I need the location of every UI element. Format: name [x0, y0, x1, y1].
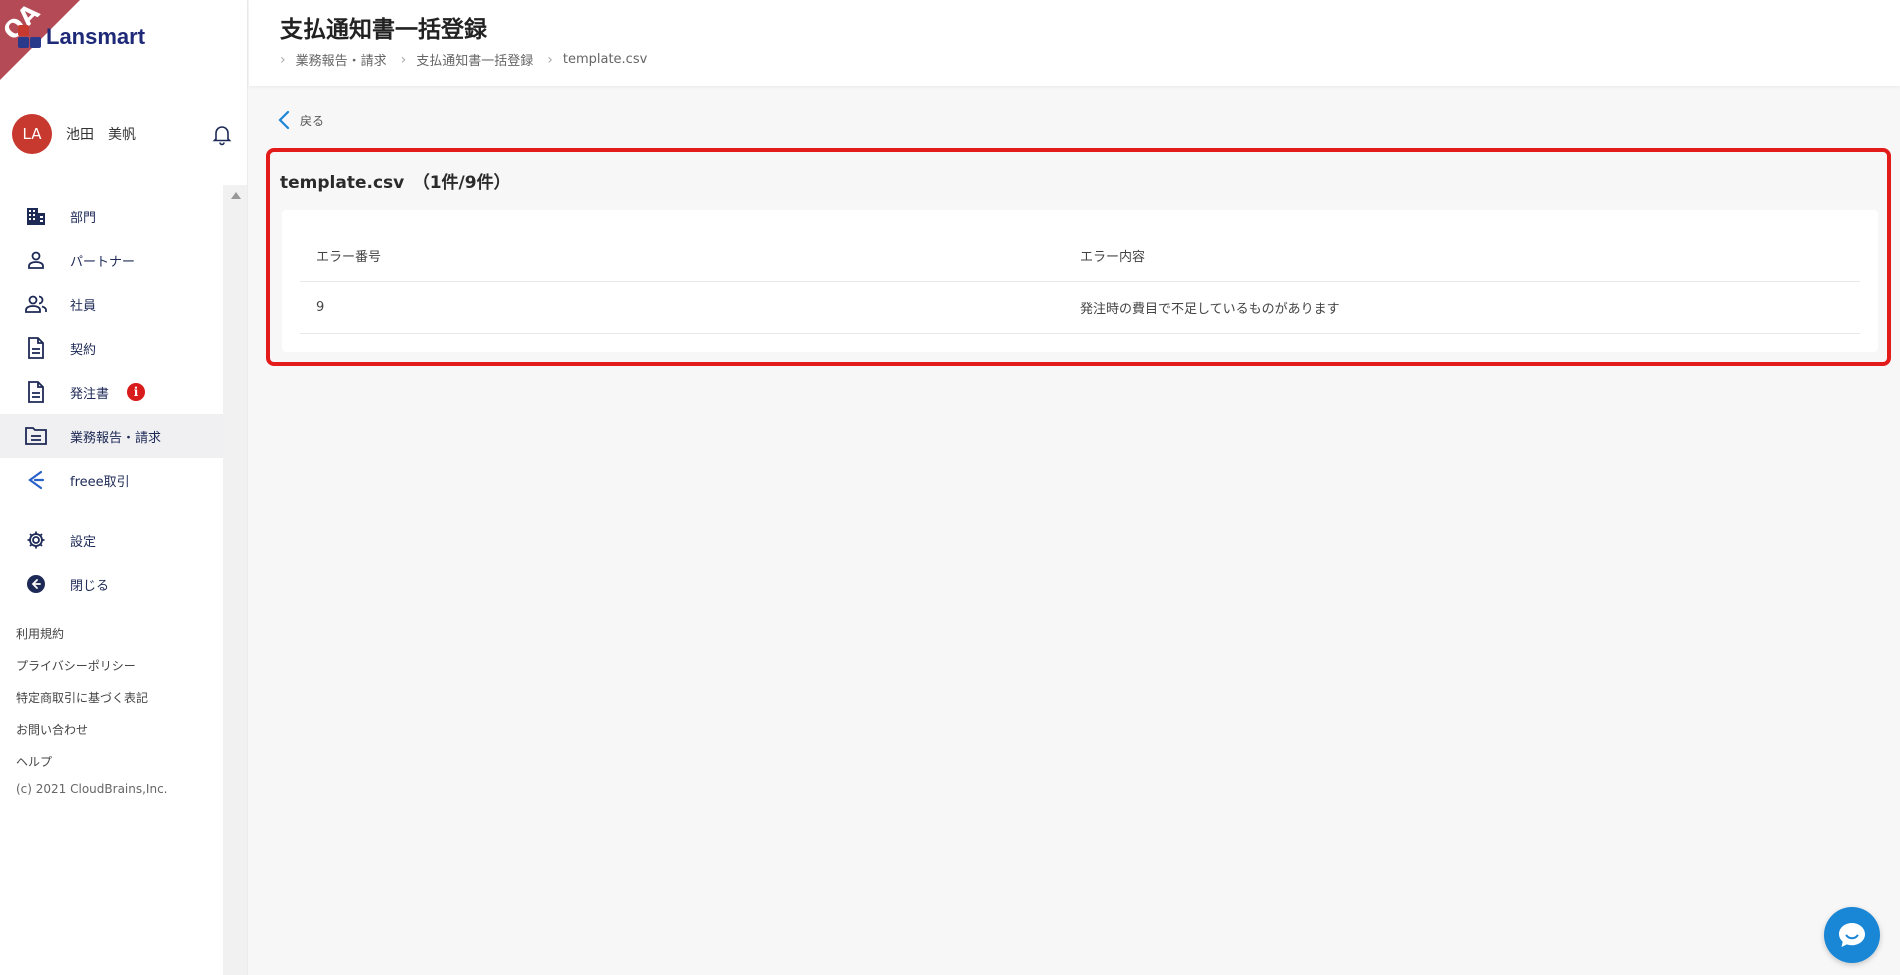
chat-button[interactable]: [1824, 907, 1880, 963]
sidebar-item-purchase-order[interactable]: 発注書 i: [0, 370, 223, 414]
chevron-right-icon: ›: [280, 51, 286, 68]
breadcrumb-item[interactable]: 支払通知書一括登録: [416, 50, 533, 69]
document-icon: [24, 336, 48, 360]
avatar[interactable]: LA: [12, 114, 52, 154]
card-title: template.csv （1件/9件）: [280, 173, 511, 193]
chevron-right-icon: ›: [547, 51, 553, 68]
sidebar-item-label: 社員: [70, 298, 97, 314]
chat-icon: [1839, 923, 1865, 947]
sidebar-item-label: freee取引: [70, 474, 130, 490]
sidebar-item-report-invoice[interactable]: 業務報告・請求: [0, 414, 223, 458]
brand-name: Lansmart: [46, 24, 146, 49]
scroll-up-arrow[interactable]: [225, 185, 247, 205]
document-icon: [24, 380, 48, 404]
sidebar-item-label: 業務報告・請求: [70, 430, 162, 446]
person-icon: [24, 248, 48, 272]
sidebar-item-label: 発注書: [70, 386, 110, 402]
error-table: エラー番号 エラー内容 9 発注時の費目で不足しているものがあります: [300, 230, 1860, 334]
terms-link[interactable]: 利用規約: [16, 618, 216, 650]
sidebar-item-label: 設定: [70, 534, 97, 550]
sidebar: QA Lansmart LA 池田 美帆 部門 パートナー 社員 契約 発注書 …: [0, 0, 248, 975]
sidebar-item-freee[interactable]: freee取引: [0, 458, 223, 502]
freee-icon: [24, 468, 48, 492]
bell-icon[interactable]: [210, 122, 234, 146]
building-icon: [24, 204, 48, 228]
back-label: 戻る: [300, 113, 325, 128]
page-header: 支払通知書一括登録 › 業務報告・請求 › 支払通知書一括登録 › templa…: [249, 0, 1900, 86]
column-header-error-message: エラー内容: [1080, 250, 1146, 265]
copyright: (c) 2021 CloudBrains,Inc.: [16, 782, 168, 796]
page-title: 支払通知書一括登録: [280, 17, 487, 43]
column-header-error-number: エラー番号: [316, 250, 382, 265]
sidebar-item-partner[interactable]: パートナー: [0, 238, 223, 282]
chevron-left-icon: [278, 110, 290, 130]
user-name: 池田 美帆: [66, 127, 136, 143]
arrow-left-circle-icon: [24, 572, 48, 596]
privacy-link[interactable]: プライバシーポリシー: [16, 650, 216, 682]
sidebar-item-label: 契約: [70, 342, 97, 358]
sidebar-item-contract[interactable]: 契約: [0, 326, 223, 370]
commercial-law-link[interactable]: 特定商取引に基づく表記: [16, 682, 216, 714]
logo-icon: [18, 25, 42, 49]
user-profile: LA 池田 美帆: [12, 112, 234, 156]
error-number-cell: 9: [316, 300, 325, 315]
footer-links: 利用規約 プライバシーポリシー 特定商取引に基づく表記 お問い合わせ ヘルプ (…: [16, 618, 216, 796]
scrollbar[interactable]: [223, 185, 247, 975]
help-link[interactable]: ヘルプ: [16, 746, 216, 778]
table-row: 9 発注時の費目で不足しているものがあります: [300, 282, 1860, 334]
table-header-row: エラー番号 エラー内容: [300, 230, 1860, 282]
breadcrumb: › 業務報告・請求 › 支払通知書一括登録 › template.csv: [280, 50, 661, 70]
sidebar-item-close[interactable]: 閉じる: [0, 562, 223, 606]
error-message-cell: 発注時の費目で不足しているものがあります: [1080, 302, 1340, 317]
chevron-right-icon: ›: [400, 51, 407, 68]
back-button[interactable]: 戻る: [278, 110, 324, 130]
sidebar-item-label: 部門: [70, 210, 97, 226]
logo[interactable]: Lansmart: [18, 24, 145, 50]
breadcrumb-item[interactable]: 業務報告・請求: [296, 50, 387, 69]
sidebar-item-label: 閉じる: [70, 578, 110, 594]
gear-icon: [24, 528, 48, 552]
sidebar-nav: 部門 パートナー 社員 契約 発注書 i 業務報告・請求 freee取引 設定 …: [0, 194, 223, 606]
error-card: エラー番号 エラー内容 9 発注時の費目で不足しているものがあります: [282, 210, 1878, 352]
folder-list-icon: [24, 424, 48, 448]
people-icon: [24, 292, 48, 316]
contact-link[interactable]: お問い合わせ: [16, 714, 216, 746]
sidebar-item-department[interactable]: 部門: [0, 194, 223, 238]
info-badge: i: [127, 383, 146, 401]
sidebar-item-settings[interactable]: 設定: [0, 518, 223, 562]
sidebar-item-employee[interactable]: 社員: [0, 282, 223, 326]
breadcrumb-current: template.csv: [562, 52, 648, 67]
sidebar-item-label: パートナー: [70, 254, 136, 270]
